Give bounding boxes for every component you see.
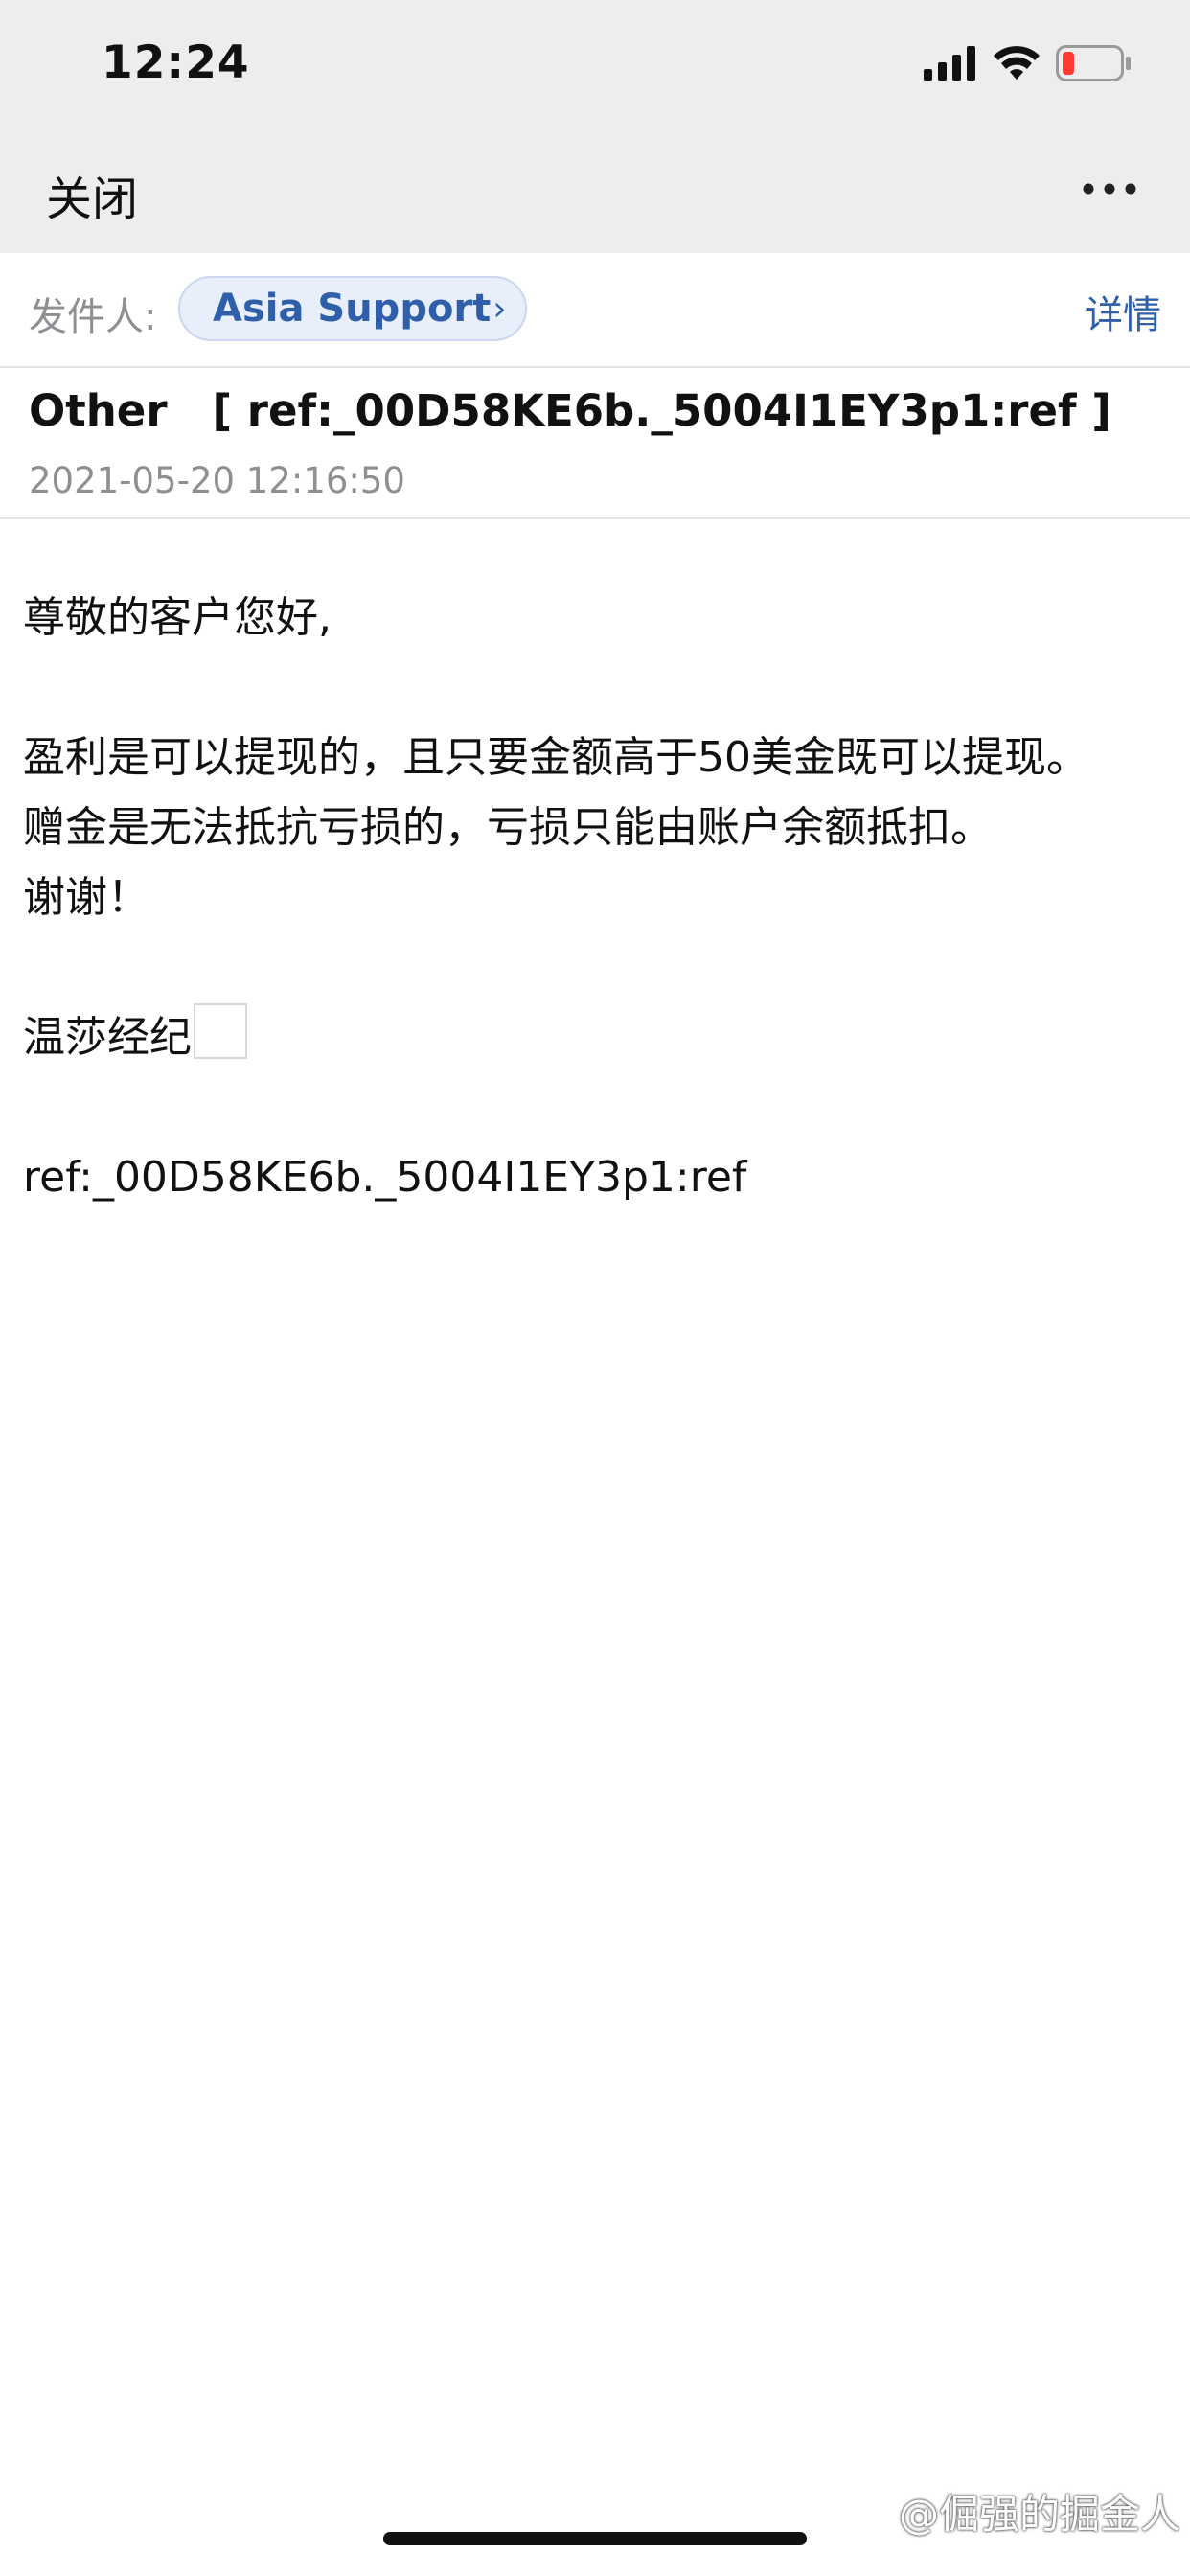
broken-image-placeholder: [194, 1003, 247, 1059]
body-line: 谢谢！: [23, 873, 149, 922]
more-horizontal-icon: [1083, 183, 1136, 195]
sender-name: Asia Support: [213, 287, 492, 331]
email-date: 2021-05-20 12:16:50: [29, 460, 405, 501]
signature: 温莎经纪: [23, 1013, 192, 1062]
more-button[interactable]: [1081, 174, 1138, 203]
signature-row: 温莎经纪: [23, 1002, 1163, 1072]
sender-label: 发件人:: [29, 295, 157, 339]
chevron-right-icon: ›: [492, 288, 507, 329]
signal-icon: [924, 46, 977, 80]
email-subject: Other [ ref:_00D58KE6b._5004I1EY3p1:ref …: [29, 385, 1111, 436]
body-line: 盈利是可以提现的，且只要金额高于50美金既可以提现。: [23, 733, 1088, 782]
battery-low-icon: [1056, 45, 1133, 81]
greeting: 尊敬的客户您好,: [23, 593, 332, 642]
close-button[interactable]: 关闭: [46, 161, 138, 228]
watermark: @倔强的掘金人: [898, 2491, 1180, 2538]
subject-block: Other [ ref:_00D58KE6b._5004I1EY3p1:ref …: [0, 366, 1190, 519]
wifi-icon: [993, 45, 1041, 81]
status-icons: [924, 38, 1133, 88]
ref-line: ref:_00D58KE6b._5004I1EY3p1:ref: [23, 1153, 747, 1202]
status-time: 12:24: [102, 36, 250, 89]
email-body: 尊敬的客户您好, 盈利是可以提现的，且只要金额高于50美金既可以提现。 赠金是无…: [23, 583, 1163, 1212]
home-indicator[interactable]: [383, 2532, 807, 2545]
details-link[interactable]: 详情: [1085, 284, 1161, 339]
sender-chip[interactable]: Asia Support ›: [178, 276, 527, 341]
sender-row: 发件人: Asia Support › 详情: [0, 253, 1190, 368]
body-line: 赠金是无法抵抗亏损的，亏损只能由账户余额抵扣。: [23, 803, 993, 852]
top-bar: 12:24 关闭: [0, 0, 1190, 253]
